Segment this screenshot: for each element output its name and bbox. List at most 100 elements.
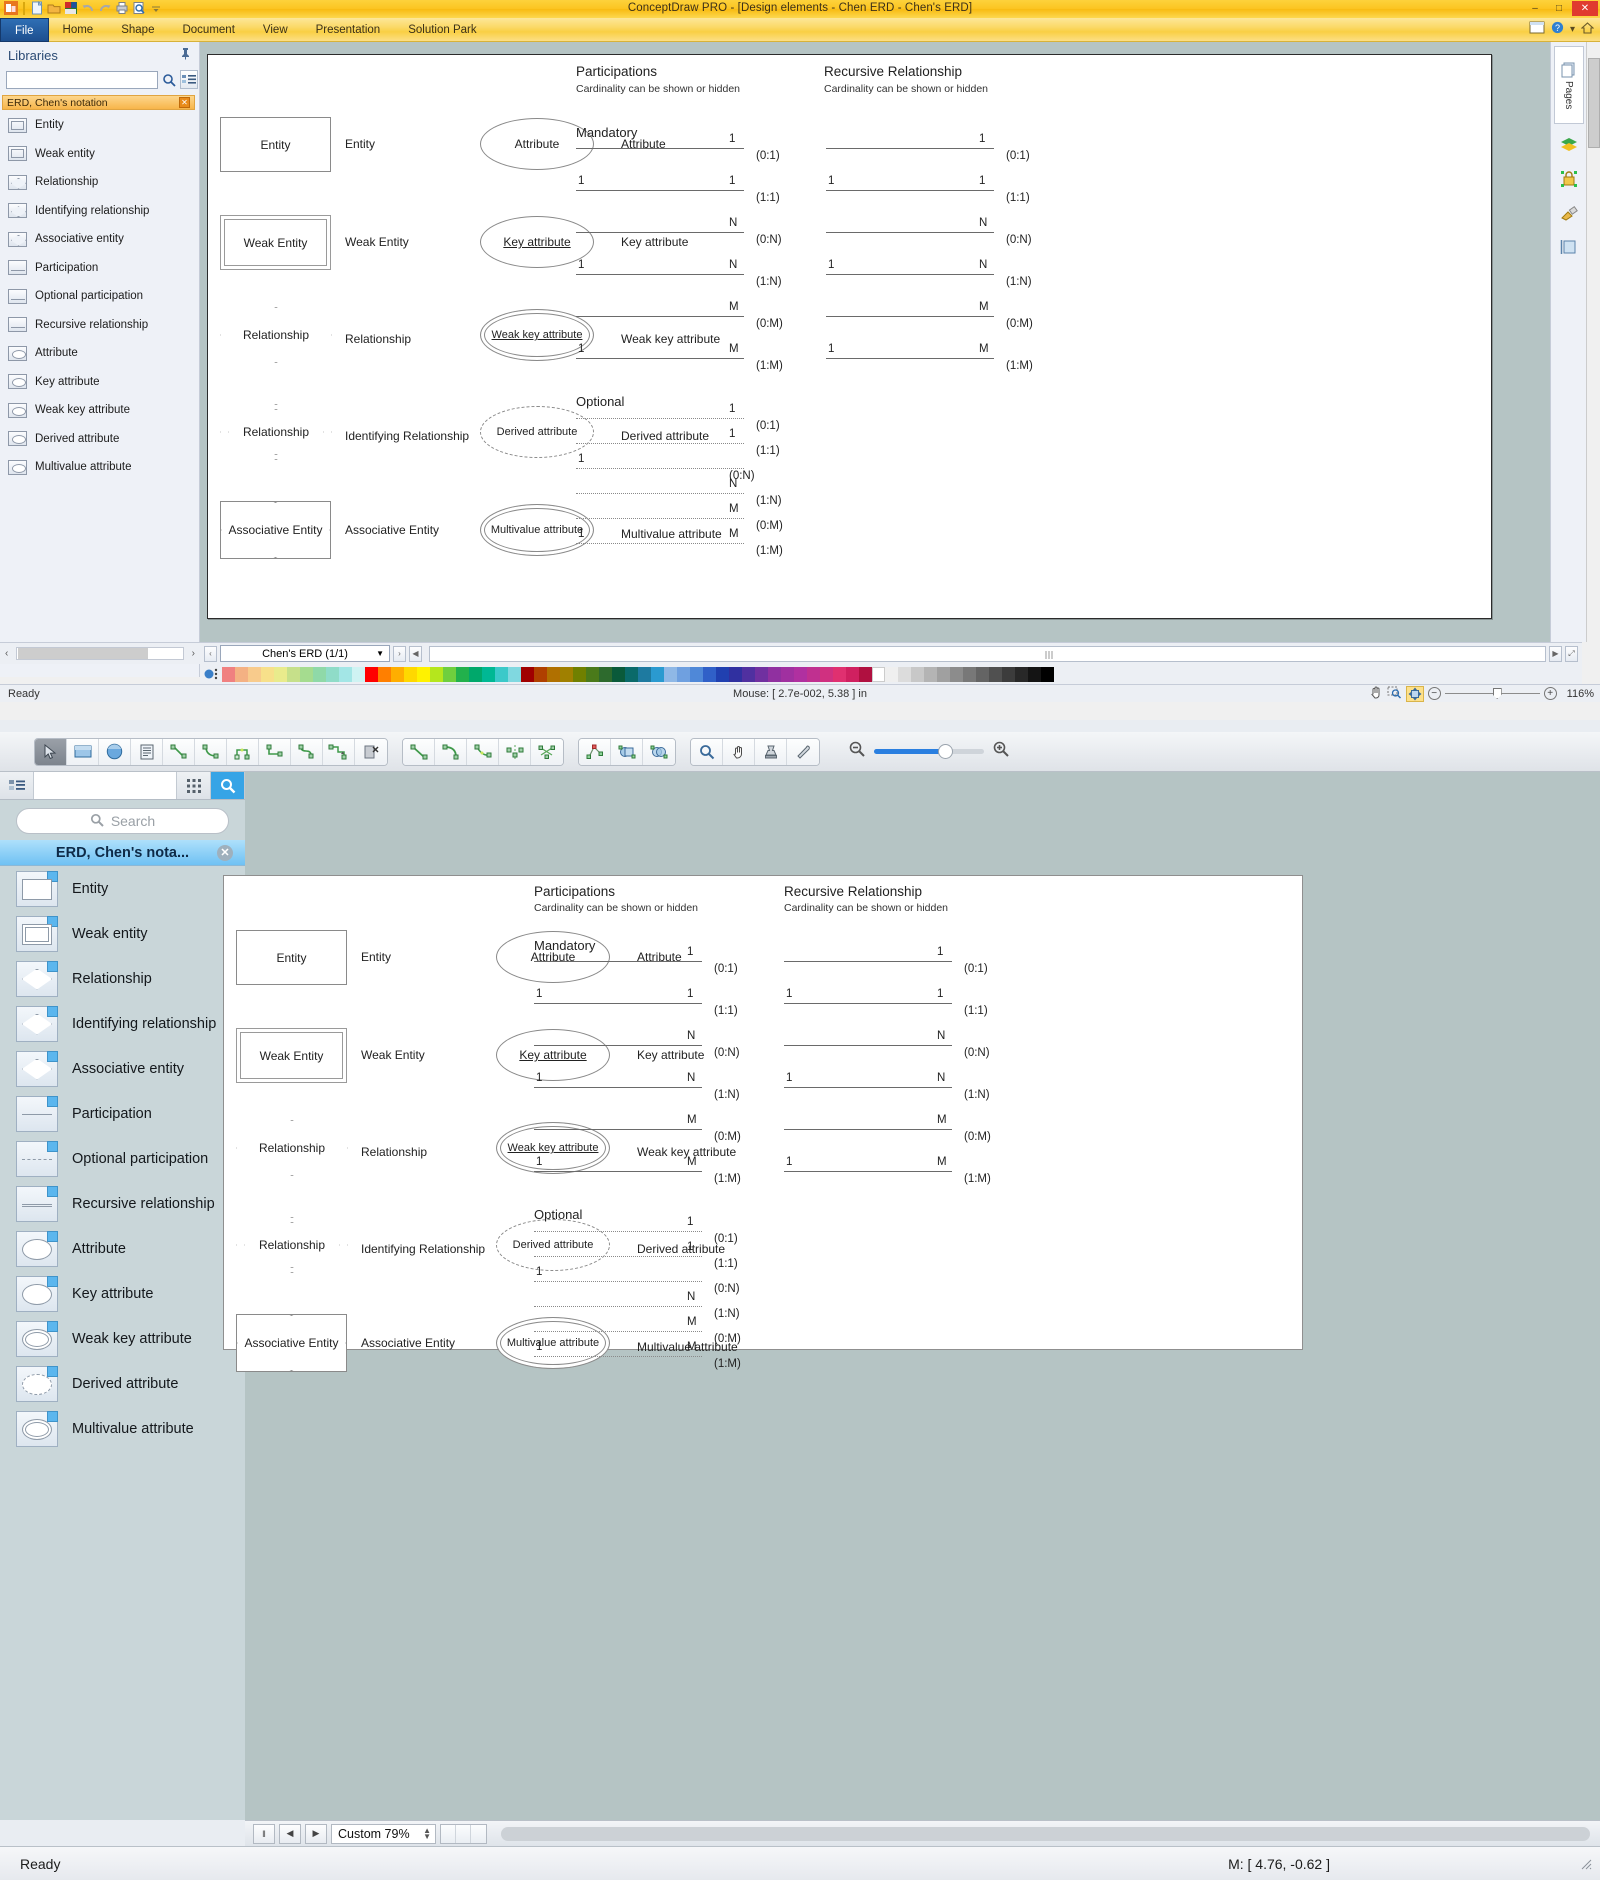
color-swatch[interactable] <box>573 667 586 682</box>
color-swatch[interactable] <box>1002 667 1015 682</box>
zoom-region-icon[interactable] <box>1387 685 1402 702</box>
color-swatch[interactable] <box>599 667 612 682</box>
shape-relationship[interactable]: Relationship <box>220 307 332 363</box>
connector-recursive-2[interactable] <box>826 232 994 233</box>
mac-library-item-relationship[interactable]: Relationship <box>0 956 245 1001</box>
format-painter-icon[interactable] <box>1555 200 1583 226</box>
search-icon[interactable] <box>162 71 176 88</box>
shape-entity[interactable]: Entity <box>236 930 347 985</box>
mac-library-item-weak-key-attribute[interactable]: Weak key attribute <box>0 1316 245 1361</box>
color-swatch[interactable] <box>469 667 482 682</box>
color-swatch[interactable] <box>716 667 729 682</box>
mac-library-item-participation[interactable]: Participation <box>0 1091 245 1136</box>
tab-shape[interactable]: Shape <box>107 18 168 42</box>
zoom-tool-icon[interactable] <box>691 739 723 765</box>
minimize-button[interactable]: – <box>1524 1 1546 16</box>
color-swatch[interactable] <box>820 667 833 682</box>
color-swatch[interactable] <box>443 667 456 682</box>
straight-connector-icon[interactable] <box>163 739 195 765</box>
library-item-relationship[interactable]: Relationship <box>0 168 199 197</box>
color-swatch[interactable] <box>534 667 547 682</box>
connector-mandatory-4[interactable] <box>576 316 744 317</box>
color-swatch[interactable] <box>300 667 313 682</box>
color-swatch[interactable] <box>859 667 872 682</box>
close-icon[interactable]: ✕ <box>179 97 190 108</box>
zoom-slider-handle[interactable] <box>938 744 953 759</box>
shape-derived-attribute[interactable]: Derived attribute <box>480 406 594 458</box>
color-swatch[interactable] <box>937 667 950 682</box>
shape-associative-entity[interactable]: Associative Entity <box>236 1314 347 1372</box>
mac-library-item-weak-entity[interactable]: Weak entity <box>0 911 245 956</box>
connector-mandatory-4[interactable] <box>534 1129 702 1130</box>
pointer-tool-icon[interactable] <box>35 739 67 765</box>
protection-icon[interactable] <box>1555 166 1583 192</box>
shape-key-attribute[interactable]: Key attribute <box>480 216 594 268</box>
fit-window-button[interactable]: ⤢ <box>1565 646 1578 662</box>
bezier-tool-icon[interactable] <box>467 739 499 765</box>
color-swatch[interactable] <box>222 667 235 682</box>
tab-view[interactable]: View <box>249 18 302 42</box>
shape-derived-attribute[interactable]: Derived attribute <box>496 1219 610 1271</box>
shape-weak-entity[interactable]: Weak Entity <box>236 1028 347 1083</box>
connector-recursive-0[interactable] <box>784 961 952 962</box>
align-tool-icon[interactable] <box>499 739 531 765</box>
right-angle-connector-icon[interactable] <box>259 739 291 765</box>
library-item-weak-key-attribute[interactable]: Weak key attribute <box>0 396 199 425</box>
prev-page-button[interactable]: ‹ <box>204 646 217 662</box>
mac-library-item-entity[interactable]: Entity <box>0 866 245 911</box>
color-swatch[interactable] <box>872 667 885 682</box>
library-item-key-attribute[interactable]: Key attribute <box>0 368 199 397</box>
color-swatch[interactable] <box>638 667 651 682</box>
tree-connector-icon[interactable] <box>323 739 355 765</box>
shape-entity[interactable]: Entity <box>220 117 331 172</box>
mac-sidebar-filter-field[interactable] <box>34 772 177 799</box>
connector-recursive-0[interactable] <box>826 148 994 149</box>
connector-optional-1[interactable] <box>576 443 744 444</box>
diagram-page[interactable]: Participations Cardinality can be shown … <box>207 54 1492 619</box>
color-swatch[interactable] <box>365 667 378 682</box>
mac-search-field[interactable]: Search <box>16 808 229 834</box>
connector-optional-3[interactable] <box>534 1306 702 1307</box>
connector-mandatory-5[interactable] <box>576 358 744 359</box>
color-swatch[interactable] <box>976 667 989 682</box>
color-swatch[interactable] <box>586 667 599 682</box>
connector-optional-0[interactable] <box>576 418 744 419</box>
mac-library-item-associative-entity[interactable]: Associative entity <box>0 1046 245 1091</box>
distribute-tool-icon[interactable] <box>531 739 563 765</box>
mac-toolbar-group-tools[interactable] <box>34 738 388 766</box>
arc-tool-icon[interactable] <box>435 739 467 765</box>
library-item-entity[interactable]: Entity <box>0 111 199 140</box>
tab-document[interactable]: Document <box>168 18 248 42</box>
mac-library-group-header[interactable]: ERD, Chen's nota... ✕ <box>0 840 245 866</box>
shape-key-attribute[interactable]: Key attribute <box>496 1029 610 1081</box>
tab-solution-park[interactable]: Solution Park <box>394 18 490 42</box>
library-item-derived-attribute[interactable]: Derived attribute <box>0 425 199 454</box>
libraries-search-row[interactable] <box>0 68 199 93</box>
connector-mandatory-0[interactable] <box>576 148 744 149</box>
search-icon[interactable] <box>211 772 245 799</box>
color-swatch[interactable] <box>807 667 820 682</box>
chevron-down-icon[interactable]: ▼ <box>376 649 384 658</box>
shape-multivalue-attribute[interactable]: Multivalue attribute <box>496 1317 610 1369</box>
scroll-right-icon[interactable]: › <box>192 648 195 659</box>
mac-library-item-key-attribute[interactable]: Key attribute <box>0 1271 245 1316</box>
page-selector[interactable]: Chen's ERD (1/1) ▼ <box>220 645 390 662</box>
shape-relationship[interactable]: Relationship <box>236 1120 348 1176</box>
color-swatch[interactable] <box>404 667 417 682</box>
color-swatch[interactable] <box>885 667 898 682</box>
connector-recursive-1[interactable] <box>784 1003 952 1004</box>
mac-library-item-attribute[interactable]: Attribute <box>0 1226 245 1271</box>
library-item-identifying-relationship[interactable]: Identifying relationship <box>0 197 199 226</box>
color-swatch[interactable] <box>521 667 534 682</box>
shape-identifying-relationship[interactable]: Relationship <box>236 1217 348 1273</box>
canvas-horizontal-scrollbar[interactable] <box>429 646 1546 662</box>
color-swatch[interactable] <box>482 667 495 682</box>
library-group-header[interactable]: ERD, Chen's notation ✕ <box>2 95 195 110</box>
text-tool-icon[interactable] <box>131 739 163 765</box>
scroll-left-button[interactable]: ◀ <box>409 646 422 662</box>
mac-search-wrapper[interactable]: Search <box>0 800 245 840</box>
delete-connector-icon[interactable] <box>355 739 387 765</box>
mac-document-canvas[interactable]: Participations Cardinality can be shown … <box>245 772 1600 1820</box>
color-swatch[interactable] <box>495 667 508 682</box>
color-swatch[interactable] <box>430 667 443 682</box>
